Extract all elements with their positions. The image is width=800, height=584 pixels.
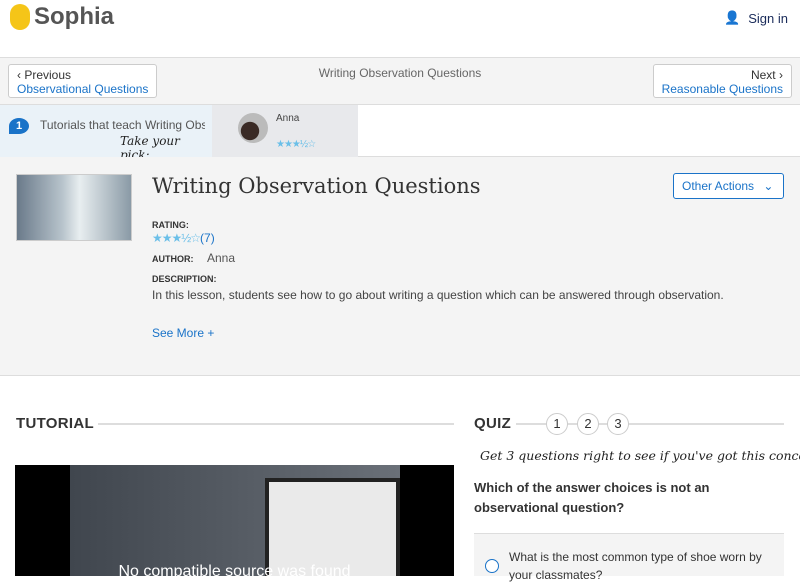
user-icon: 👤: [724, 10, 741, 25]
tutorial-picker: 1 Tutorials that teach Writing Observati…: [0, 105, 800, 162]
top-bar: Sophia 👤 Sign in: [0, 0, 800, 58]
author-name[interactable]: Anna: [207, 251, 235, 265]
lesson-nav: ‹ Previous Observational Questions Writin…: [0, 58, 800, 105]
chevron-down-icon: ⌄: [763, 179, 774, 193]
lesson-title: Writing Observation Questions: [152, 174, 481, 198]
rating-stars: ★★★½☆: [152, 231, 201, 245]
author-label: AUTHOR:: [152, 254, 194, 264]
step-badge: 1: [9, 118, 29, 134]
quiz-heading: QUIZ: [474, 415, 512, 432]
sophia-logo[interactable]: Sophia: [10, 3, 114, 31]
rating[interactable]: ★★★½☆(7): [152, 231, 215, 245]
logo-icon: [10, 4, 30, 30]
answer-option[interactable]: What is the most common type of shoe wor…: [474, 533, 784, 582]
tutorial-card-anna[interactable]: Anna ★★★½☆: [212, 105, 358, 157]
lesson-info: Writing Observation Questions Other Acti…: [0, 157, 800, 376]
next-title: Reasonable Questions: [661, 82, 783, 96]
whiteboard: [265, 478, 400, 576]
next-label: Next ›: [750, 68, 783, 82]
quiz-tagline: Get 3 questions right to see if you've g…: [480, 448, 800, 463]
card-author: Anna: [276, 113, 300, 124]
see-more-link[interactable]: See More +: [152, 326, 214, 340]
tutorials-label: Tutorials that teach Writing Observation…: [40, 118, 205, 132]
description-label: DESCRIPTION:: [152, 274, 217, 284]
previous-title: Observational Questions: [17, 82, 149, 96]
divider: [98, 423, 454, 425]
next-button[interactable]: Next › Reasonable Questions: [652, 64, 792, 98]
lesson-thumbnail: [16, 174, 132, 241]
sign-in-label: Sign in: [748, 10, 788, 26]
other-actions-button[interactable]: Other Actions ⌄: [673, 173, 784, 199]
rating-count: (7): [200, 231, 215, 245]
description: In this lesson, students see how to go a…: [152, 288, 724, 302]
quiz-step-2[interactable]: 2: [577, 413, 599, 435]
picker-intro: 1 Tutorials that teach Writing Observati…: [0, 105, 212, 162]
answer-radio[interactable]: [485, 559, 499, 573]
quiz-question: Which of the answer choices is not an ob…: [474, 480, 710, 515]
rating-label: RATING:: [152, 220, 189, 230]
avatar: [238, 113, 268, 143]
card-rating-stars: ★★★½☆: [276, 139, 316, 150]
logo-text: Sophia: [34, 3, 115, 30]
tutorial-heading: TUTORIAL: [16, 415, 94, 432]
quiz-step-3[interactable]: 3: [607, 413, 629, 435]
video-frame: [70, 465, 400, 576]
sign-in-link[interactable]: 👤 Sign in: [724, 10, 788, 26]
quiz-step-1[interactable]: 1: [546, 413, 568, 435]
video-error: No compatible source was found: [118, 563, 351, 576]
video-player[interactable]: No compatible source was found: [15, 465, 454, 576]
answer-text: What is the most common type of shoe wor…: [509, 550, 762, 582]
